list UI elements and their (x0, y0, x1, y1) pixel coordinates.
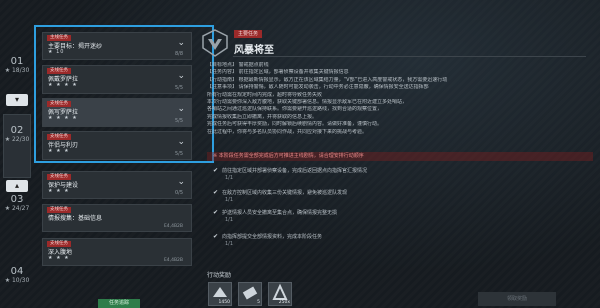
objective-progress: 1/1 (225, 217, 234, 223)
quest-stars: ★ ★ ★ (48, 188, 70, 194)
reward-count: 5 (257, 300, 260, 305)
chapter-tab-03[interactable]: 03 ★ 24/27 (3, 194, 31, 230)
quest-progress: 0/5 (174, 190, 183, 196)
check-icon: ✔ (213, 209, 219, 216)
quest-item[interactable]: 支线任务 深入腹地 ★ ★ ★ E4,4B2B (42, 238, 192, 266)
quest-description: 【目标地点】 警戒据点前线 【任务内容】 前往指定区域，部署侦察设备并收集关键情… (207, 62, 587, 136)
reward-count: 1450 (218, 300, 230, 305)
objective-text: 在敌方控制区域内收集三份关键情报，避免被巡逻队发现 (222, 190, 348, 196)
chevron-down-icon[interactable]: ▾ (6, 94, 28, 106)
objective-text: 护送情报人员安全撤离至集合点，确保情报完整无损 (222, 210, 338, 216)
chapter-tab-04[interactable]: 04 ★ 10/30 (3, 266, 31, 302)
chapter-stars: ★ 24/27 (4, 205, 30, 212)
reward-count: 250x (278, 300, 290, 305)
chevron-up-icon[interactable]: ▴ (6, 180, 28, 192)
quest-detail-title: 风暴将至 (234, 45, 274, 56)
chapter-number: 02 (10, 125, 24, 136)
description-line: 本次行动需要你深入敌方腹地，获取关键部署信息。情报显示敌军已在附近建立多处哨站， (207, 99, 408, 106)
description-line: 【目标地点】 警戒据点前线 (207, 62, 269, 68)
chapter-number: 04 (10, 266, 24, 277)
check-icon: ✔ (213, 167, 219, 174)
warning-banner: ※ 本阶段任务需全部完成后方可推进主线剧情，请合理安排行动顺序 (207, 152, 593, 161)
objective-progress: 1/1 (225, 175, 234, 181)
chapter-stars: ★ 18/30 (4, 67, 30, 74)
description-line: 在此过程中，你将与多名队员协同作战，共同应对接下来的挑战与考验。 (207, 128, 368, 135)
claim-reward-button[interactable]: 领取奖励 (478, 292, 556, 306)
selection-highlight (34, 25, 214, 163)
description-line: 【注意事项】 请保持警惕，敌人随时可能发动袭击，行动中务必注意隐蔽，确保情报安全… (207, 84, 429, 91)
description-line: 各哨站之间通过巡逻队保持联系。你需要避开巡逻路线，找到合适的观察位置， (207, 106, 383, 113)
check-icon: ✔ (213, 233, 219, 240)
quest-stars: ★ ★ ★ (48, 255, 70, 261)
chapter-tab-02[interactable]: 02 ★ 22/30 (3, 114, 31, 178)
quest-location: E4,4B2B (163, 224, 183, 229)
quest-item[interactable]: 支线任务 情报搜集：基础信息 E4,4B2B (42, 204, 192, 232)
objective-text: 前往指定区域并部署侦察设备，完成后返回据点向指挥官汇报情况 (222, 168, 368, 174)
reward-item[interactable]: 5 (238, 282, 262, 306)
faction-emblem-icon (202, 29, 228, 57)
quest-type-badge: 主要任务 (234, 30, 263, 38)
reward-item[interactable]: 250x (268, 282, 292, 306)
check-icon: ✔ (213, 189, 219, 196)
quest-location: E4,4B2B (163, 258, 183, 263)
chapter-number: 01 (10, 56, 24, 67)
quest-title: 情报搜集：基础信息 (48, 215, 103, 222)
description-line: 完成情报收集后立即撤离，并将获取的信息上报。 (207, 113, 318, 120)
chapter-stars: ★ 22/30 (4, 136, 30, 143)
description-line: 所有行动需在规定时间内完成，超时将导致任务失败 (207, 91, 323, 98)
reward-section-label: 行动奖励 (207, 272, 232, 279)
objective-progress: 1/1 (225, 241, 234, 247)
objective-text: 向指挥部提交全部情报资料，完成本阶段任务 (222, 234, 323, 240)
chapter-stars: ★ 10/30 (4, 277, 30, 284)
quest-item[interactable]: 支线任务 保护与建设 ★ ★ ★ ⌄ 0/5 (42, 171, 192, 199)
chapter-tab-01[interactable]: 01 ★ 18/30 (3, 56, 31, 92)
description-line: 完成任务后可获得丰厚奖励，同时解锁后续剧情内容。请做好准备，谨慎行动。 (207, 121, 383, 128)
quest-track-tab[interactable]: 任务追踪 (98, 299, 140, 308)
chapter-rail: 01 ★ 18/30 ▾ 02 ★ 22/30 ▴ 03 ★ 24/27 04 … (0, 28, 34, 308)
divider (233, 56, 586, 57)
reward-item[interactable]: 1450 (208, 282, 232, 306)
chevron-down-icon[interactable]: ⌄ (177, 177, 185, 187)
description-line: 【行动指南】 根据最新情报显示，敌方正在该区域集结力量，“V部”已进入高度警戒状… (207, 76, 448, 83)
chapter-number: 03 (10, 194, 24, 205)
objective-progress: 1/1 (225, 197, 234, 203)
description-line: 【任务内容】 前往指定区域，部署侦察设备并收集关键情报信息 (207, 69, 349, 76)
